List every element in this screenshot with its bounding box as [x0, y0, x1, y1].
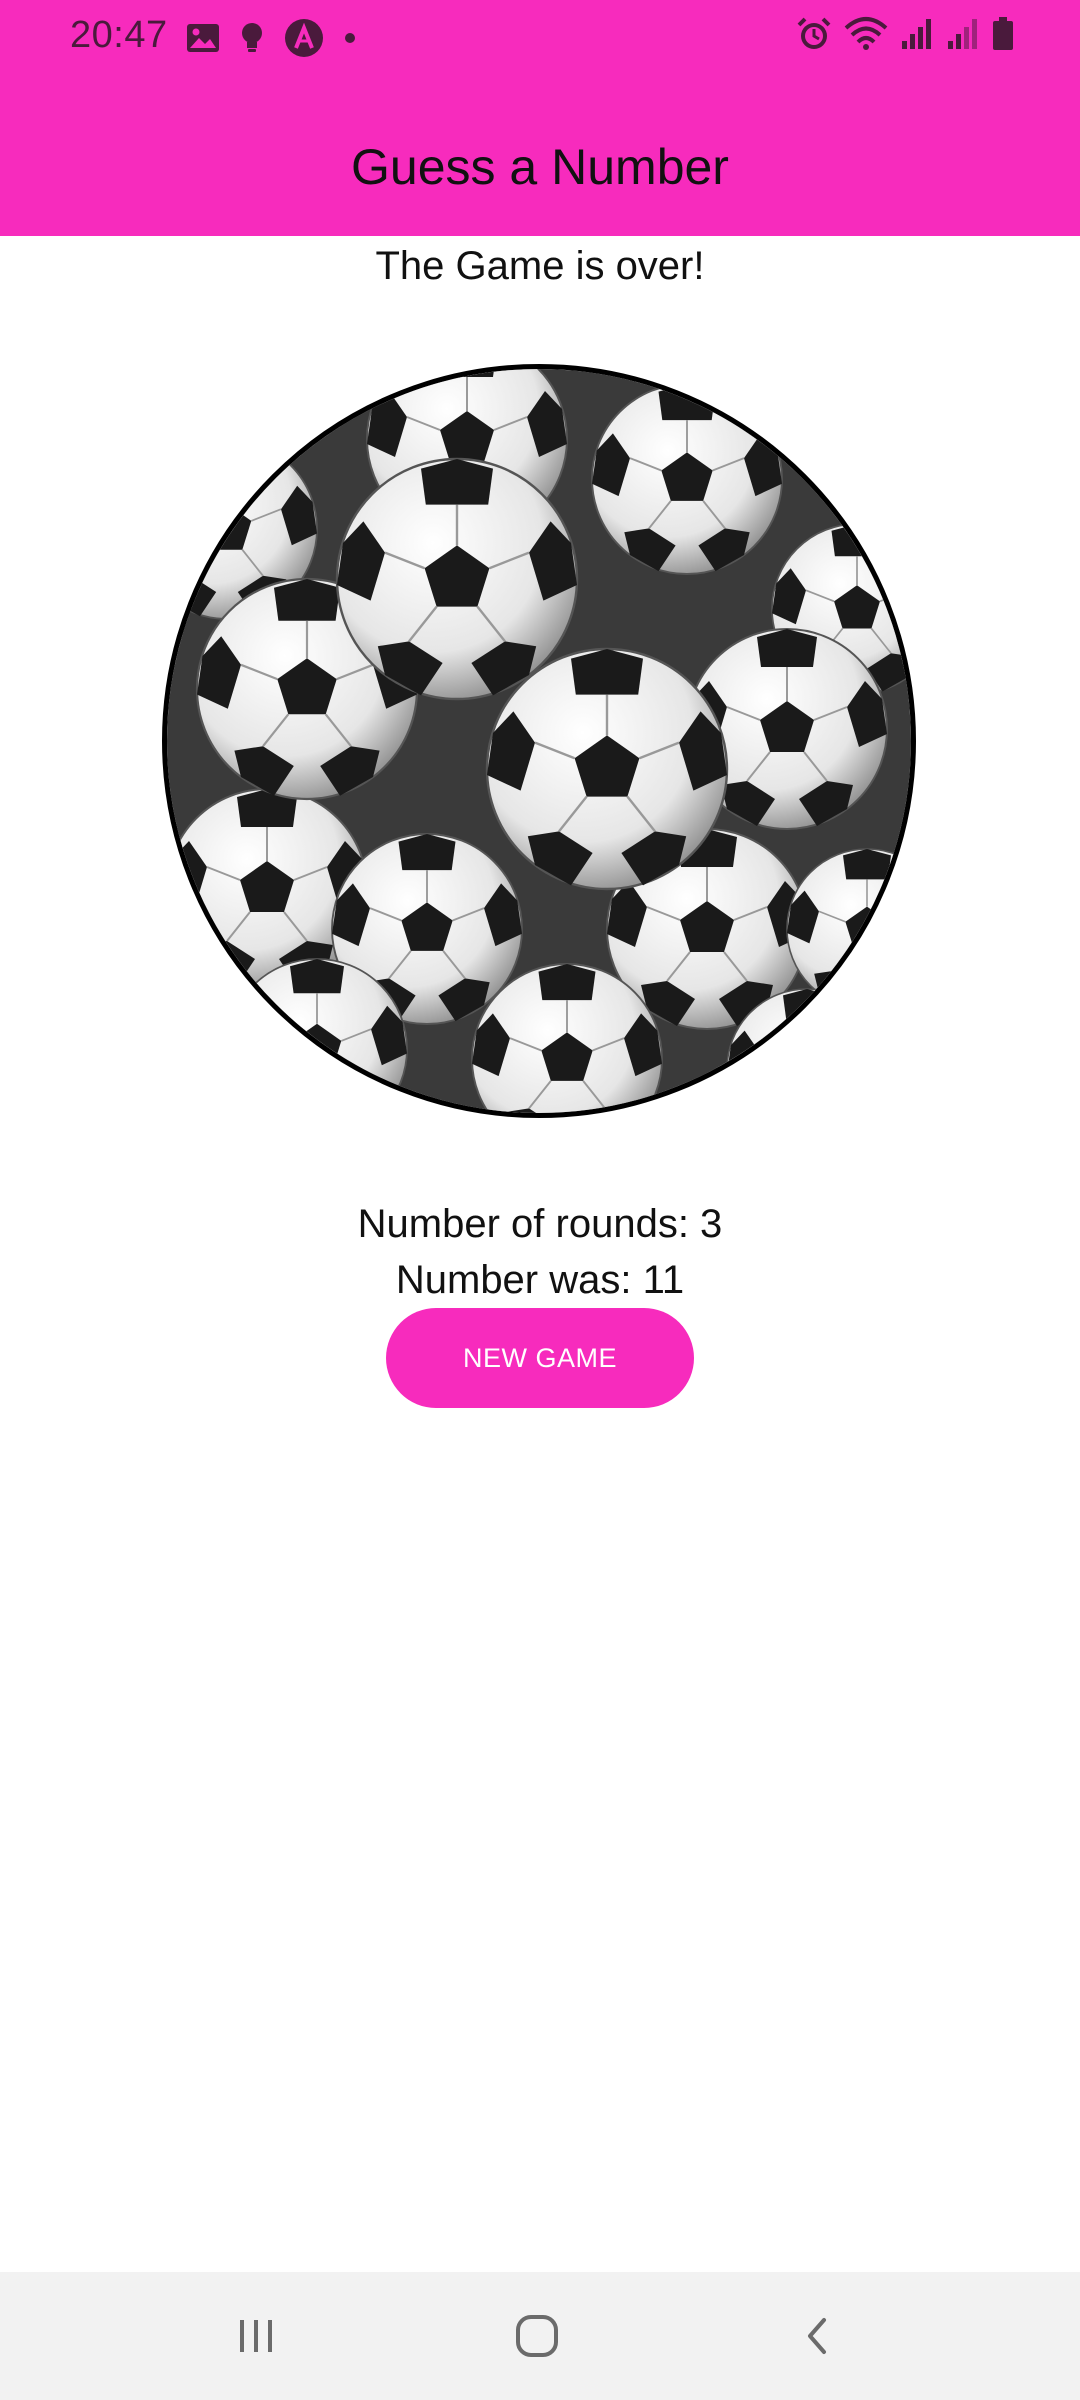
status-time: 20:47: [70, 14, 168, 56]
rounds-count-text: Number of rounds: 3: [357, 1202, 723, 1246]
signal-icon: [948, 19, 977, 49]
home-icon: [516, 2315, 558, 2357]
app-a-icon: [285, 19, 323, 57]
soccer-balls-illustration: [167, 369, 911, 1113]
page-title: Guess a Number: [351, 139, 729, 195]
status-bar: 20:47: [0, 0, 1080, 76]
game-over-text: The Game is over!: [375, 244, 705, 288]
gallery-icon: [187, 24, 219, 52]
dot-icon: [345, 33, 355, 43]
status-left-icons: [186, 18, 356, 58]
soccer-balls-image: [162, 364, 916, 1118]
status-right-icons: [796, 16, 1014, 52]
screen: 20:47 Guess a Number The Game is over! N…: [0, 0, 1080, 2400]
guessed-number-text: Number was: 11: [395, 1258, 685, 1302]
recent-apps-button[interactable]: [216, 2296, 296, 2376]
signal-icon: [902, 19, 931, 49]
recent-apps-icon: [240, 2320, 272, 2352]
system-nav-bar: [0, 2272, 1080, 2400]
battery-icon: [993, 17, 1013, 50]
new-game-button[interactable]: NEW GAME: [386, 1308, 694, 1408]
bulb-icon: [242, 23, 262, 52]
wifi-icon: [844, 17, 888, 50]
app-header-area: 20:47 Guess a Number: [0, 0, 1080, 236]
home-button[interactable]: [497, 2296, 577, 2376]
back-icon: [808, 2318, 826, 2354]
back-button[interactable]: [778, 2296, 858, 2376]
alarm-icon: [797, 17, 831, 49]
